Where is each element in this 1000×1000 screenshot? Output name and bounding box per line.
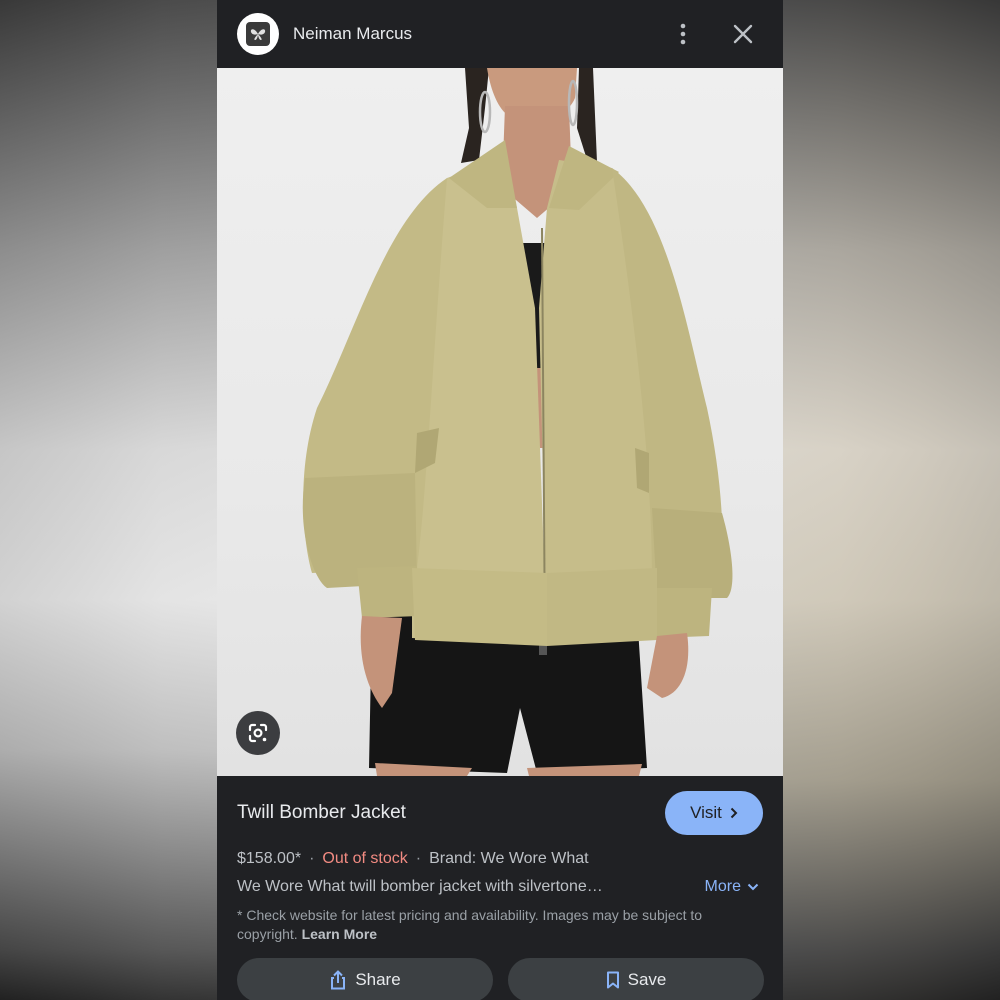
product-info: Twill Bomber Jacket Visit $158.00* · Out… — [217, 776, 783, 944]
site-name[interactable]: Neiman Marcus — [293, 24, 663, 44]
visit-label: Visit — [690, 803, 722, 822]
save-label: Save — [627, 970, 667, 989]
brand: Brand: We Wore What — [429, 850, 589, 867]
chevron-down-icon — [747, 883, 759, 891]
site-logo[interactable] — [237, 13, 279, 55]
description: We Wore What twill bomber jacket with si… — [237, 878, 603, 895]
image-viewer-panel: Neiman Marcus Twill Bomber Jacket Visit … — [217, 0, 783, 1000]
butterfly-logo-icon — [246, 22, 270, 46]
stock-status: Out of stock — [322, 850, 408, 867]
product-photo — [302, 68, 733, 776]
separator: · — [309, 850, 315, 867]
price: $158.00* — [237, 850, 302, 867]
share-icon — [331, 970, 346, 990]
share-button[interactable]: Share — [237, 958, 493, 1000]
action-buttons: Share Save — [237, 958, 764, 1000]
more-label: More — [704, 878, 741, 895]
close-icon[interactable] — [723, 14, 763, 54]
description-row: We Wore What twill bomber jacket with si… — [237, 878, 763, 896]
blurred-backdrop-left — [0, 0, 217, 1000]
more-button[interactable]: More — [705, 878, 759, 896]
product-image[interactable] — [217, 68, 783, 776]
chevron-right-icon — [730, 807, 738, 819]
more-vert-icon[interactable] — [663, 14, 703, 54]
save-button[interactable]: Save — [508, 958, 764, 1000]
meta-row: $158.00* · Out of stock · Brand: We Wore… — [237, 850, 763, 868]
separator: · — [415, 850, 422, 867]
google-lens-icon[interactable] — [236, 711, 280, 755]
disclaimer: * Check website for latest pricing and a… — [237, 906, 757, 944]
share-label: Share — [355, 970, 401, 989]
title-row: Twill Bomber Jacket Visit — [237, 790, 763, 836]
learn-more-link[interactable]: Learn More — [302, 926, 377, 942]
bookmark-icon — [606, 971, 619, 989]
product-title[interactable]: Twill Bomber Jacket — [237, 802, 406, 824]
visit-button[interactable]: Visit — [665, 791, 763, 835]
top-bar: Neiman Marcus — [217, 0, 783, 68]
blurred-backdrop-right — [783, 0, 1000, 1000]
